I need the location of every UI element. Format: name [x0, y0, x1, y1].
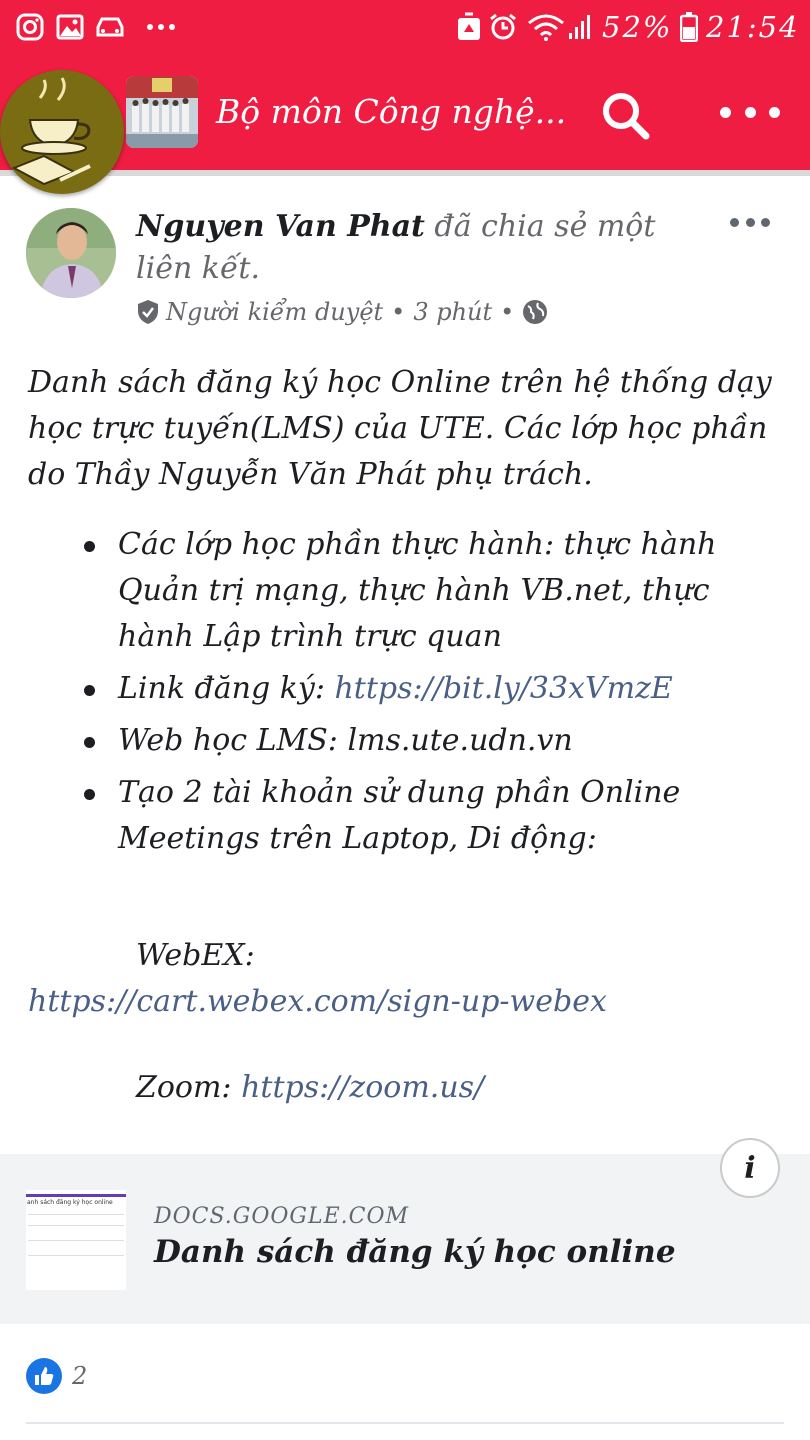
- bullet-accounts: Tạo 2 tài khoản sử dung phần Online Meet…: [118, 775, 681, 856]
- list-item: Các lớp học phần thực hành: thực hành Qu…: [84, 522, 788, 660]
- more-horizontal-icon: [720, 106, 731, 118]
- author-avatar[interactable]: [26, 208, 116, 298]
- meta-separator: •: [391, 298, 406, 326]
- more-horizontal-icon: [769, 106, 780, 118]
- author-name[interactable]: Nguyen Van Phat: [136, 209, 425, 244]
- battery-icon: [680, 12, 698, 42]
- post-body: Danh sách đăng ký học Online trên hệ thố…: [28, 360, 788, 868]
- more-options-button[interactable]: [720, 92, 780, 132]
- list-item: Tạo 2 tài khoản sử dung phần Online Meet…: [84, 770, 788, 862]
- info-icon: i: [744, 1150, 756, 1186]
- moderator-role: Người kiểm duyệt: [166, 298, 384, 326]
- link-domain: DOCS.GOOGLE.COM: [154, 1204, 410, 1229]
- link-title[interactable]: Danh sách đăng ký học online: [154, 1234, 676, 1270]
- post-bullet-list: Các lớp học phần thực hành: thực hành Qu…: [28, 522, 788, 862]
- webex-label: WebEX:: [136, 938, 255, 973]
- post-meta: Người kiểm duyệt • 3 phút •: [136, 294, 554, 330]
- meta-separator: •: [500, 298, 515, 326]
- zoom-label: Zoom:: [136, 1070, 242, 1105]
- post-author-line: Nguyen Van Phat đã chia sẻ một liên kết.: [136, 206, 716, 290]
- coffee-cup-icon: [0, 77, 124, 198]
- bullet-lms: Web học LMS: lms.ute.udn.vn: [118, 723, 573, 758]
- reactions-summary[interactable]: 2: [26, 1356, 87, 1396]
- status-bar: 52% 21:54: [0, 0, 810, 56]
- moderator-shield-icon: [136, 299, 160, 325]
- list-item: Link đăng ký: https://bit.ly/33xVmzE: [84, 666, 788, 712]
- search-button[interactable]: [600, 90, 652, 142]
- bullet-courses: Các lớp học phần thực hành: thực hành Qu…: [118, 527, 717, 654]
- more-horizontal-icon: [761, 217, 770, 227]
- group-title[interactable]: Bộ môn Công nghệ...: [216, 92, 566, 131]
- floating-coffee-widget[interactable]: [0, 70, 124, 194]
- globe-icon: [522, 299, 548, 325]
- recycle-icon: [456, 12, 482, 42]
- list-item: Web học LMS: lms.ute.udn.vn: [84, 718, 788, 764]
- divider: [26, 1422, 784, 1424]
- info-button[interactable]: i: [720, 1138, 780, 1198]
- gallery-icon: [56, 12, 84, 42]
- alarm-icon: [488, 12, 518, 42]
- like-count: 2: [72, 1362, 88, 1390]
- instagram-icon: [16, 12, 44, 42]
- register-link[interactable]: https://bit.ly/33xVmzE: [334, 671, 672, 706]
- bullet-register-label: Link đăng ký:: [118, 671, 335, 706]
- car-icon: [94, 12, 126, 42]
- more-notifications-icon: [146, 12, 176, 42]
- post-time[interactable]: 3 phút: [413, 298, 492, 326]
- thumbnail-caption: anh sách đăng ký học online: [27, 1199, 113, 1206]
- more-horizontal-icon: [730, 217, 739, 227]
- battery-percent: 52%: [602, 10, 673, 44]
- link-preview-card[interactable]: i anh sách đăng ký học online DOCS.GOOGL…: [0, 1138, 810, 1324]
- webex-link[interactable]: https://cart.webex.com/sign-up-webex: [28, 984, 607, 1019]
- post-options-button[interactable]: [730, 214, 770, 230]
- group-cover-thumbnail[interactable]: [126, 76, 198, 148]
- zoom-link[interactable]: https://zoom.us/: [241, 1070, 484, 1105]
- more-horizontal-icon: [744, 106, 756, 118]
- link-thumbnail: anh sách đăng ký học online: [26, 1190, 126, 1290]
- clock: 21:54: [706, 10, 800, 44]
- post-intro: Danh sách đăng ký học Online trên hệ thố…: [28, 365, 772, 492]
- zoom-line: Zoom: https://zoom.us/: [136, 1070, 484, 1105]
- like-icon: [26, 1358, 62, 1394]
- wifi-icon: [526, 12, 566, 42]
- more-horizontal-icon: [745, 217, 755, 227]
- search-icon: [600, 93, 652, 146]
- signal-icon: [568, 12, 594, 42]
